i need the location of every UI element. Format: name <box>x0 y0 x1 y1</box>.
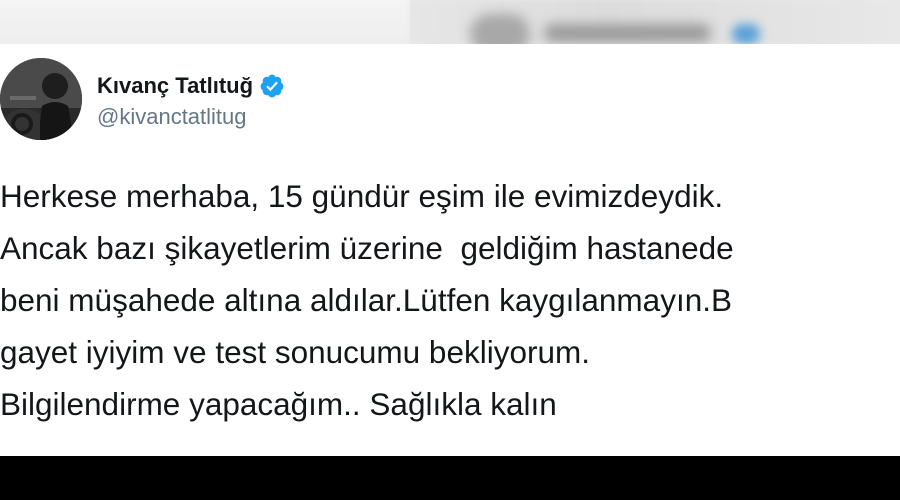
tweet-card: Kıvanç Tatlıtuğ @kivanctatlitug Herkese … <box>0 44 900 456</box>
name-row: Kıvanç Tatlıtuğ <box>97 71 285 101</box>
tweet-line-5: Bilgilendirme yapacağım.. Sağlıkla kalın <box>0 386 557 422</box>
blurred-name <box>545 24 710 42</box>
screenshot-frame: Kıvanç Tatlıtuğ @kivanctatlitug Herkese … <box>0 0 900 500</box>
avatar-photo-icon <box>0 58 82 140</box>
blurred-avatar <box>470 14 530 44</box>
display-name[interactable]: Kıvanç Tatlıtuğ <box>97 73 253 99</box>
tweet-line-2: Ancak bazı şikayetlerim üzerine geldiğim… <box>0 230 734 266</box>
tweet-text: Herkese merhaba, 15 gündür eşim ile evim… <box>0 170 900 430</box>
bottom-black-bar <box>0 456 900 500</box>
blurred-left-region <box>0 0 410 44</box>
verified-badge-icon <box>259 73 285 99</box>
avatar[interactable] <box>0 58 82 140</box>
blurred-verified-badge <box>732 24 760 44</box>
tweet-line-3: beni müşahede altına aldılar.Lütfen kayg… <box>0 282 732 318</box>
user-handle[interactable]: @kivanctatlitug <box>97 104 247 130</box>
blurred-background-strip <box>0 0 900 44</box>
tweet-line-4: gayet iyiyim ve test sonucumu bekliyorum… <box>0 334 590 370</box>
tweet-line-1: Herkese merhaba, 15 gündür eşim ile evim… <box>0 178 724 214</box>
